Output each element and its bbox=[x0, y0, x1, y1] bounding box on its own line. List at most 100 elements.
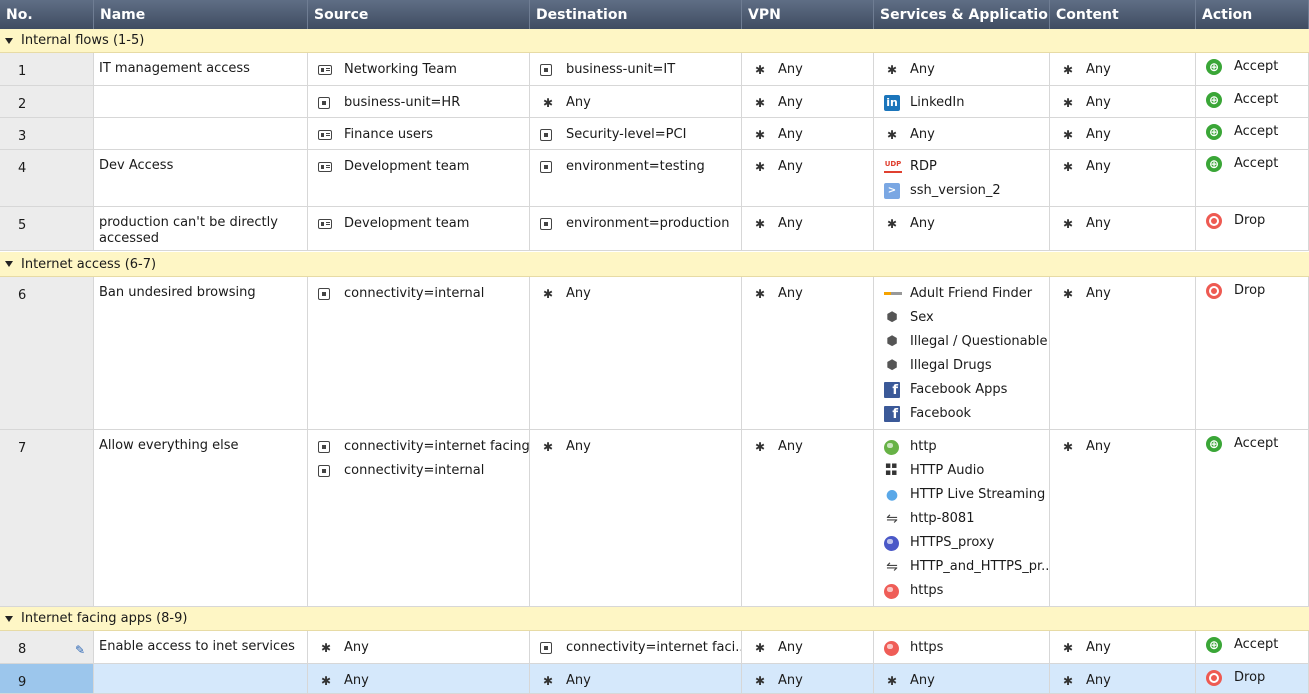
section-header[interactable]: Internal flows (1-5) bbox=[0, 29, 1309, 53]
cell-vpn[interactable]: Any bbox=[742, 664, 874, 693]
cell-action[interactable]: ⊕ Accept bbox=[1196, 118, 1309, 149]
action-value[interactable]: ⊕ Accept bbox=[1206, 432, 1308, 456]
action-value[interactable]: Drop bbox=[1206, 666, 1308, 690]
action-value[interactable]: ⊕ Accept bbox=[1206, 88, 1308, 112]
column-header-content[interactable]: Content bbox=[1050, 0, 1196, 29]
cell-destination[interactable]: Any bbox=[530, 86, 742, 117]
cell-item[interactable]: Any bbox=[752, 282, 873, 306]
cell-services[interactable]: Any bbox=[874, 118, 1050, 149]
cell-item[interactable]: https bbox=[884, 579, 1049, 603]
cell-services[interactable]: UDP RDP > ssh_version_2 bbox=[874, 150, 1050, 206]
cell-no[interactable]: 5 bbox=[0, 207, 94, 250]
cell-item[interactable]: Finance users bbox=[318, 123, 529, 147]
cell-content[interactable]: Any bbox=[1050, 664, 1196, 693]
cell-content[interactable]: Any bbox=[1050, 118, 1196, 149]
cell-item[interactable]: Any bbox=[752, 155, 873, 179]
cell-destination[interactable]: business-unit=IT bbox=[530, 53, 742, 85]
cell-name[interactable]: Dev Access bbox=[94, 150, 308, 206]
cell-item[interactable]: Any bbox=[752, 636, 873, 660]
cell-no[interactable]: 1 bbox=[0, 53, 94, 85]
cell-source[interactable]: business-unit=HR bbox=[308, 86, 530, 117]
cell-item[interactable]: f Facebook Apps bbox=[884, 378, 1049, 402]
cell-item[interactable]: > ssh_version_2 bbox=[884, 179, 1049, 203]
cell-action[interactable]: Drop bbox=[1196, 664, 1309, 693]
cell-item[interactable]: Any bbox=[752, 212, 873, 236]
cell-item[interactable]: HTTP_and_HTTPS_pr... bbox=[884, 555, 1049, 579]
cell-no[interactable]: 6 bbox=[0, 277, 94, 429]
cell-item[interactable]: UDP RDP bbox=[884, 155, 1049, 179]
cell-item[interactable]: HTTPS_proxy bbox=[884, 531, 1049, 555]
cell-item[interactable]: Sex bbox=[884, 306, 1049, 330]
cell-item[interactable]: Any bbox=[752, 91, 873, 115]
cell-item[interactable]: business-unit=IT bbox=[540, 58, 741, 82]
cell-item[interactable]: Any bbox=[1060, 155, 1195, 179]
collapse-triangle-icon[interactable] bbox=[5, 261, 13, 267]
cell-item[interactable]: Any bbox=[540, 669, 741, 693]
cell-item[interactable]: f Facebook bbox=[884, 402, 1049, 426]
cell-item[interactable]: environment=testing bbox=[540, 155, 741, 179]
cell-content[interactable]: Any bbox=[1050, 430, 1196, 606]
cell-item[interactable]: connectivity=internal bbox=[318, 282, 529, 306]
cell-name[interactable] bbox=[94, 118, 308, 149]
cell-item[interactable]: Any bbox=[318, 669, 529, 693]
cell-content[interactable]: Any bbox=[1050, 277, 1196, 429]
cell-source[interactable]: Development team bbox=[308, 207, 530, 250]
column-header-vpn[interactable]: VPN bbox=[742, 0, 874, 29]
cell-item[interactable]: Any bbox=[540, 282, 741, 306]
cell-name[interactable]: IT management access bbox=[94, 53, 308, 85]
cell-services[interactable]: in LinkedIn bbox=[874, 86, 1050, 117]
column-header-destination[interactable]: Destination bbox=[530, 0, 742, 29]
cell-item[interactable]: connectivity=internet facing bbox=[318, 435, 529, 459]
cell-item[interactable]: Security-level=PCI bbox=[540, 123, 741, 147]
cell-item[interactable]: connectivity=internet faci... bbox=[540, 636, 741, 660]
cell-vpn[interactable]: Any bbox=[742, 631, 874, 663]
collapse-triangle-icon[interactable] bbox=[5, 37, 13, 44]
cell-source[interactable]: Finance users bbox=[308, 118, 530, 149]
column-header-no[interactable]: No. bbox=[0, 0, 94, 29]
cell-item[interactable]: in LinkedIn bbox=[884, 91, 1049, 115]
cell-item[interactable]: Development team bbox=[318, 212, 529, 236]
cell-item[interactable]: Any bbox=[752, 123, 873, 147]
cell-no[interactable]: 4 bbox=[0, 150, 94, 206]
cell-item[interactable]: Any bbox=[540, 91, 741, 115]
cell-destination[interactable]: Any bbox=[530, 664, 742, 693]
cell-destination[interactable]: Security-level=PCI bbox=[530, 118, 742, 149]
cell-source[interactable]: Any bbox=[308, 664, 530, 693]
cell-item[interactable]: business-unit=HR bbox=[318, 91, 529, 115]
rule-row[interactable]: 2 business-unit=HR Any Any in LinkedIn Any ⊕ Acc… bbox=[0, 86, 1309, 118]
cell-item[interactable]: Adult Friend Finder bbox=[884, 282, 1049, 306]
cell-item[interactable]: Illegal / Questionable bbox=[884, 330, 1049, 354]
section-header[interactable]: Internet facing apps (8-9) bbox=[0, 607, 1309, 631]
cell-item[interactable]: Any bbox=[1060, 123, 1195, 147]
cell-item[interactable]: Any bbox=[752, 669, 873, 693]
cell-name[interactable]: Ban undesired browsing bbox=[94, 277, 308, 429]
cell-item[interactable]: Any bbox=[1060, 435, 1195, 459]
cell-vpn[interactable]: Any bbox=[742, 430, 874, 606]
cell-item[interactable]: connectivity=internal bbox=[318, 459, 529, 483]
rule-row[interactable]: 9 Any Any Any Any Any Drop bbox=[0, 664, 1309, 694]
cell-vpn[interactable]: Any bbox=[742, 86, 874, 117]
cell-item[interactable]: Any bbox=[884, 123, 1049, 147]
column-header-name[interactable]: Name bbox=[94, 0, 308, 29]
cell-services[interactable]: Any bbox=[874, 664, 1050, 693]
cell-item[interactable]: Any bbox=[540, 435, 741, 459]
cell-item[interactable]: environment=production bbox=[540, 212, 741, 236]
cell-content[interactable]: Any bbox=[1050, 631, 1196, 663]
cell-name[interactable] bbox=[94, 86, 308, 117]
cell-content[interactable]: Any bbox=[1050, 86, 1196, 117]
cell-item[interactable]: HTTP Audio bbox=[884, 459, 1049, 483]
column-header-action[interactable]: Action bbox=[1196, 0, 1309, 29]
cell-vpn[interactable]: Any bbox=[742, 150, 874, 206]
cell-item[interactable]: https bbox=[884, 636, 1049, 660]
rule-row[interactable]: 6 Ban undesired browsing connectivity=inte… bbox=[0, 277, 1309, 430]
cell-item[interactable]: Any bbox=[1060, 282, 1195, 306]
cell-item[interactable]: Any bbox=[318, 636, 529, 660]
action-value[interactable]: ⊕ Accept bbox=[1206, 633, 1308, 657]
action-value[interactable]: ⊕ Accept bbox=[1206, 120, 1308, 144]
rule-row[interactable]: 7 Allow everything else connectivity=inter… bbox=[0, 430, 1309, 607]
cell-services[interactable]: https bbox=[874, 631, 1050, 663]
cell-source[interactable]: Any bbox=[308, 631, 530, 663]
action-value[interactable]: ⊕ Accept bbox=[1206, 152, 1308, 176]
rule-row[interactable]: 3 Finance users Security-level=PCI Any Any An… bbox=[0, 118, 1309, 150]
action-value[interactable]: Drop bbox=[1206, 279, 1308, 303]
